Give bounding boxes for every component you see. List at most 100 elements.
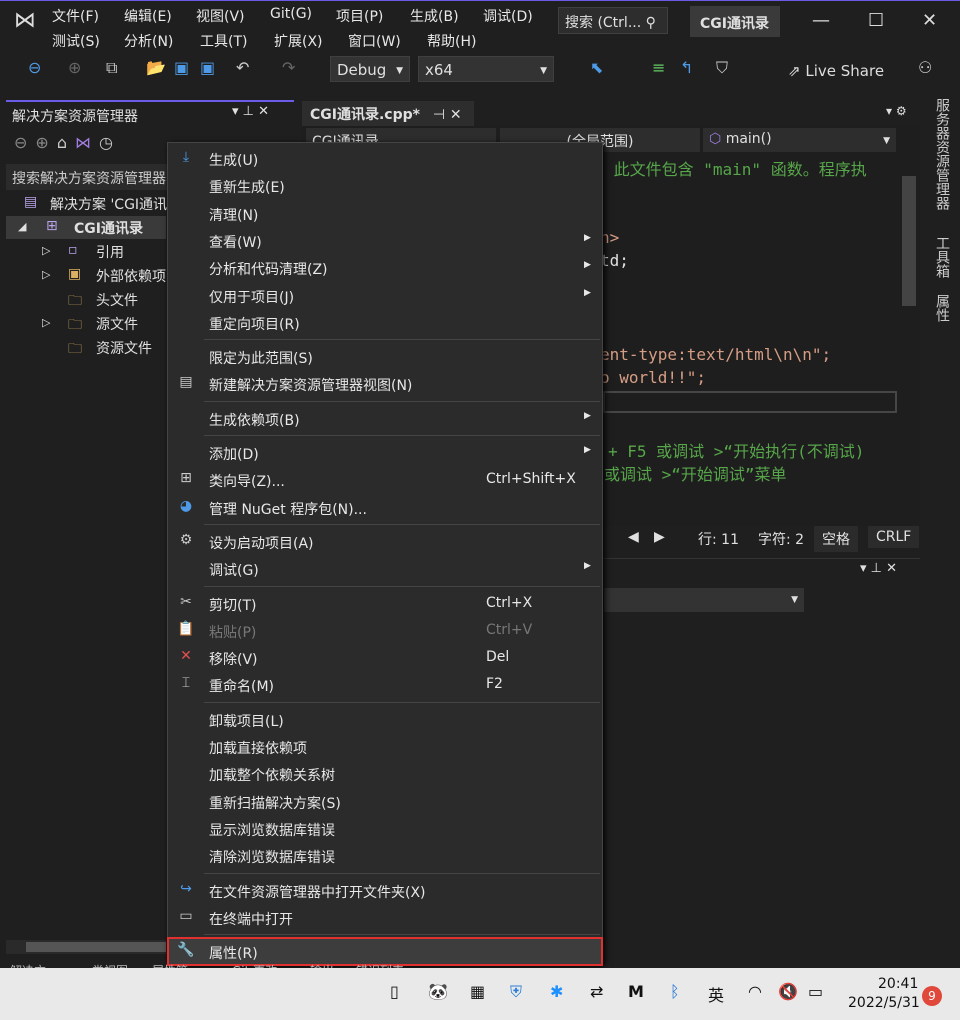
- line-ending[interactable]: CRLF: [868, 526, 920, 548]
- menu-item[interactable]: Git(G): [270, 6, 312, 22]
- menu-item[interactable]: 工具(T): [200, 31, 247, 51]
- menu-item[interactable]: 生成(B): [410, 6, 459, 26]
- context-menu-item[interactable]: ⌶ 重命名(M) F2: [168, 671, 602, 698]
- tab-list-icon[interactable]: ▾ ⚙: [886, 104, 907, 118]
- history-icon[interactable]: ◷: [99, 133, 121, 152]
- menu-item[interactable]: 窗口(W): [348, 31, 401, 51]
- scroll-left-icon[interactable]: ◀: [628, 529, 639, 545]
- dropdown-icon[interactable]: ▾: [860, 561, 867, 576]
- pin-icon[interactable]: ⊥: [871, 561, 882, 576]
- tree-item[interactable]: 解决方案 'CGI通讯: [50, 194, 167, 214]
- mute-icon[interactable]: 🔇: [778, 982, 798, 1001]
- dropdown-icon[interactable]: ▾: [232, 104, 239, 119]
- context-menu-item[interactable]: ↪ 在文件资源管理器中打开文件夹(X): [168, 877, 602, 904]
- context-menu-item[interactable]: ⊞ 类向导(Z)... Ctrl+Shift+X: [168, 466, 602, 493]
- save-all-icon[interactable]: ▣: [200, 58, 215, 77]
- comment-icon[interactable]: ≡: [652, 58, 665, 77]
- bluetooth-icon[interactable]: ᛒ: [670, 982, 680, 1001]
- save-icon[interactable]: ▣: [174, 58, 189, 77]
- clock-time[interactable]: 20:41: [878, 976, 918, 992]
- search-input[interactable]: 搜索 (Ctrl... ⚲: [558, 7, 668, 34]
- back-icon[interactable]: ⊖: [14, 133, 35, 152]
- redo-icon[interactable]: ↷: [282, 58, 295, 77]
- menu-item[interactable]: 分析(N): [124, 31, 173, 51]
- expander-icon[interactable]: ▷: [42, 268, 50, 281]
- context-menu-item[interactable]: 清理(N): [168, 200, 602, 227]
- tree-item[interactable]: CGI通讯录: [74, 218, 143, 238]
- context-menu-item[interactable]: 显示浏览数据库错误: [168, 815, 602, 842]
- notification-badge[interactable]: 9: [922, 986, 942, 1006]
- wifi-icon[interactable]: ◠: [748, 982, 762, 1001]
- output-source-select[interactable]: ▼: [604, 588, 804, 612]
- close-icon[interactable]: ✕: [450, 107, 462, 123]
- tree-item[interactable]: 头文件: [96, 290, 138, 310]
- undo-icon[interactable]: ↶: [236, 58, 249, 77]
- context-menu-item[interactable]: 分析和代码清理(Z) ▶: [168, 254, 602, 281]
- tree-item[interactable]: 外部依赖项: [96, 266, 166, 286]
- close-icon[interactable]: ✕: [258, 104, 269, 119]
- scrollbar-thumb[interactable]: [902, 176, 916, 306]
- function-nav-select[interactable]: ⬡ main() ▼: [703, 128, 896, 152]
- context-menu-item[interactable]: 重定向项目(R): [168, 309, 602, 336]
- context-menu-item[interactable]: 加载直接依赖项: [168, 733, 602, 760]
- expander-icon[interactable]: ▷: [42, 316, 50, 329]
- chat-icon[interactable]: ✱: [550, 982, 563, 1001]
- forward-icon[interactable]: ⊕: [68, 58, 81, 77]
- side-tab[interactable]: 服务器资源管理器: [932, 98, 952, 210]
- context-menu-item[interactable]: 加载整个依赖关系树: [168, 760, 602, 787]
- tablet-icon[interactable]: ▯: [390, 982, 399, 1001]
- context-menu-item[interactable]: ▤ 新建解决方案资源管理器视图(N): [168, 370, 602, 397]
- switch-icon[interactable]: ⇄: [590, 982, 603, 1001]
- menu-item[interactable]: 视图(V): [196, 6, 245, 26]
- forward-icon[interactable]: ⊕: [35, 133, 56, 152]
- menu-item[interactable]: 项目(P): [336, 6, 383, 26]
- pin-icon[interactable]: ⊥: [243, 104, 254, 119]
- back-icon[interactable]: ⊖: [28, 58, 41, 77]
- bookmark-icon[interactable]: ⛉: [716, 58, 728, 78]
- context-menu-item[interactable]: 重新扫描解决方案(S): [168, 788, 602, 815]
- context-menu-item[interactable]: 查看(W) ▶: [168, 227, 602, 254]
- menu-item[interactable]: 测试(S): [52, 31, 100, 51]
- security-icon[interactable]: ⛨: [510, 982, 522, 1002]
- close-icon[interactable]: ✕: [886, 561, 897, 576]
- menu-item[interactable]: 帮助(H): [427, 31, 476, 51]
- home-icon[interactable]: ⌂: [57, 133, 75, 152]
- context-menu-item[interactable]: ▭ 在终端中打开: [168, 904, 602, 931]
- tree-item[interactable]: 源文件: [96, 314, 138, 334]
- ime-indicator[interactable]: 英: [708, 982, 724, 1006]
- uncomment-icon[interactable]: ↰: [680, 58, 693, 77]
- context-menu-item[interactable]: ⤓ 生成(U): [168, 145, 602, 172]
- maximize-button[interactable]: ☐: [868, 10, 884, 31]
- battery-icon[interactable]: ▭: [808, 982, 823, 1001]
- context-menu-item[interactable]: 生成依赖项(B) ▶: [168, 405, 602, 432]
- menu-item[interactable]: 扩展(X): [274, 31, 323, 51]
- expander-icon[interactable]: ▷: [42, 244, 50, 257]
- config-select[interactable]: Debug ▼: [330, 56, 410, 82]
- menu-item[interactable]: 调试(D): [483, 6, 533, 26]
- feedback-icon[interactable]: ⚇: [918, 58, 932, 77]
- live-share-button[interactable]: ⇗ Live Share: [788, 62, 884, 80]
- context-menu-item[interactable]: ⚙ 设为启动项目(A): [168, 528, 602, 555]
- context-menu-item[interactable]: 卸载项目(L): [168, 706, 602, 733]
- context-menu-item[interactable]: 重新生成(E): [168, 172, 602, 199]
- pin-icon[interactable]: ⊣: [433, 107, 445, 123]
- context-menu-item[interactable]: ✕ 移除(V) Del: [168, 644, 602, 671]
- context-menu-item[interactable]: 仅用于项目(J) ▶: [168, 282, 602, 309]
- scroll-right-icon[interactable]: ▶: [654, 529, 665, 545]
- platform-select[interactable]: x64 ▼: [418, 56, 554, 82]
- context-menu-item[interactable]: ◕ 管理 NuGet 程序包(N)...: [168, 494, 602, 521]
- horizontal-scrollbar[interactable]: [6, 940, 166, 954]
- tree-item[interactable]: 引用: [96, 242, 124, 262]
- app-icon[interactable]: ▦: [470, 982, 485, 1001]
- open-icon[interactable]: 📂: [146, 58, 166, 77]
- side-tab[interactable]: 属性: [932, 294, 952, 322]
- side-tab[interactable]: 工具箱: [932, 236, 952, 278]
- vertical-scrollbar[interactable]: [900, 158, 920, 524]
- switch-view-icon[interactable]: ⋈: [75, 133, 99, 152]
- expander-icon[interactable]: ◢: [18, 220, 26, 233]
- context-menu-item[interactable]: 📋 粘贴(P) Ctrl+V: [168, 617, 602, 644]
- scrollbar-thumb[interactable]: [26, 942, 166, 952]
- context-menu-item[interactable]: 限定为此范围(S): [168, 343, 602, 370]
- context-menu-item[interactable]: 调试(G) ▶: [168, 555, 602, 582]
- context-menu-item[interactable]: ✂ 剪切(T) Ctrl+X: [168, 590, 602, 617]
